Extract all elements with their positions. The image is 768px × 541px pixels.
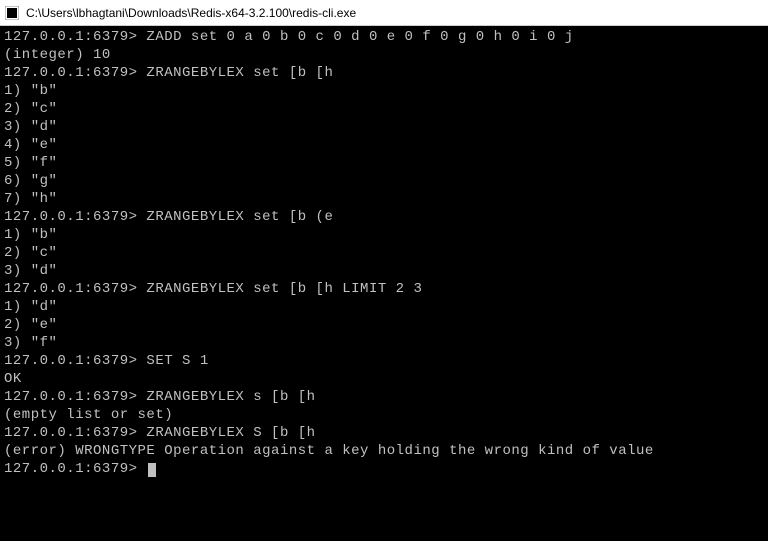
terminal-output[interactable]: 127.0.0.1:6379> ZADD set 0 a 0 b 0 c 0 d… [0, 26, 768, 480]
terminal-output-line: (empty list or set) [4, 406, 764, 424]
cursor [148, 463, 156, 477]
terminal-output-line: 3) "f" [4, 334, 764, 352]
app-icon [4, 5, 20, 21]
terminal-output-line: 2) "c" [4, 100, 764, 118]
terminal-output-line: 6) "g" [4, 172, 764, 190]
window-title: C:\Users\lbhagtani\Downloads\Redis-x64-3… [26, 6, 356, 20]
terminal-command-line: 127.0.0.1:6379> ZRANGEBYLEX set [b [h [4, 64, 764, 82]
terminal-command-line: 127.0.0.1:6379> ZADD set 0 a 0 b 0 c 0 d… [4, 28, 764, 46]
terminal-output-line: 2) "e" [4, 316, 764, 334]
terminal-output-line: (integer) 10 [4, 46, 764, 64]
terminal-command-line: 127.0.0.1:6379> ZRANGEBYLEX s [b [h [4, 388, 764, 406]
terminal-output-line: 4) "e" [4, 136, 764, 154]
terminal-output-line: 3) "d" [4, 262, 764, 280]
terminal-output-line: (error) WRONGTYPE Operation against a ke… [4, 442, 764, 460]
terminal-command-line: 127.0.0.1:6379> ZRANGEBYLEX set [b [h LI… [4, 280, 764, 298]
terminal-output-line: 1) "d" [4, 298, 764, 316]
terminal-command-line: 127.0.0.1:6379> ZRANGEBYLEX S [b [h [4, 424, 764, 442]
window-titlebar[interactable]: C:\Users\lbhagtani\Downloads\Redis-x64-3… [0, 0, 768, 26]
terminal-output-line: 2) "c" [4, 244, 764, 262]
terminal-output-line: 1) "b" [4, 82, 764, 100]
terminal-command-line: 127.0.0.1:6379> ZRANGEBYLEX set [b (e [4, 208, 764, 226]
terminal-output-line: 5) "f" [4, 154, 764, 172]
terminal-output-line: 1) "b" [4, 226, 764, 244]
terminal-command-line: 127.0.0.1:6379> [4, 460, 764, 478]
terminal-output-line: 3) "d" [4, 118, 764, 136]
terminal-command-line: 127.0.0.1:6379> SET S 1 [4, 352, 764, 370]
terminal-output-line: 7) "h" [4, 190, 764, 208]
terminal-output-line: OK [4, 370, 764, 388]
